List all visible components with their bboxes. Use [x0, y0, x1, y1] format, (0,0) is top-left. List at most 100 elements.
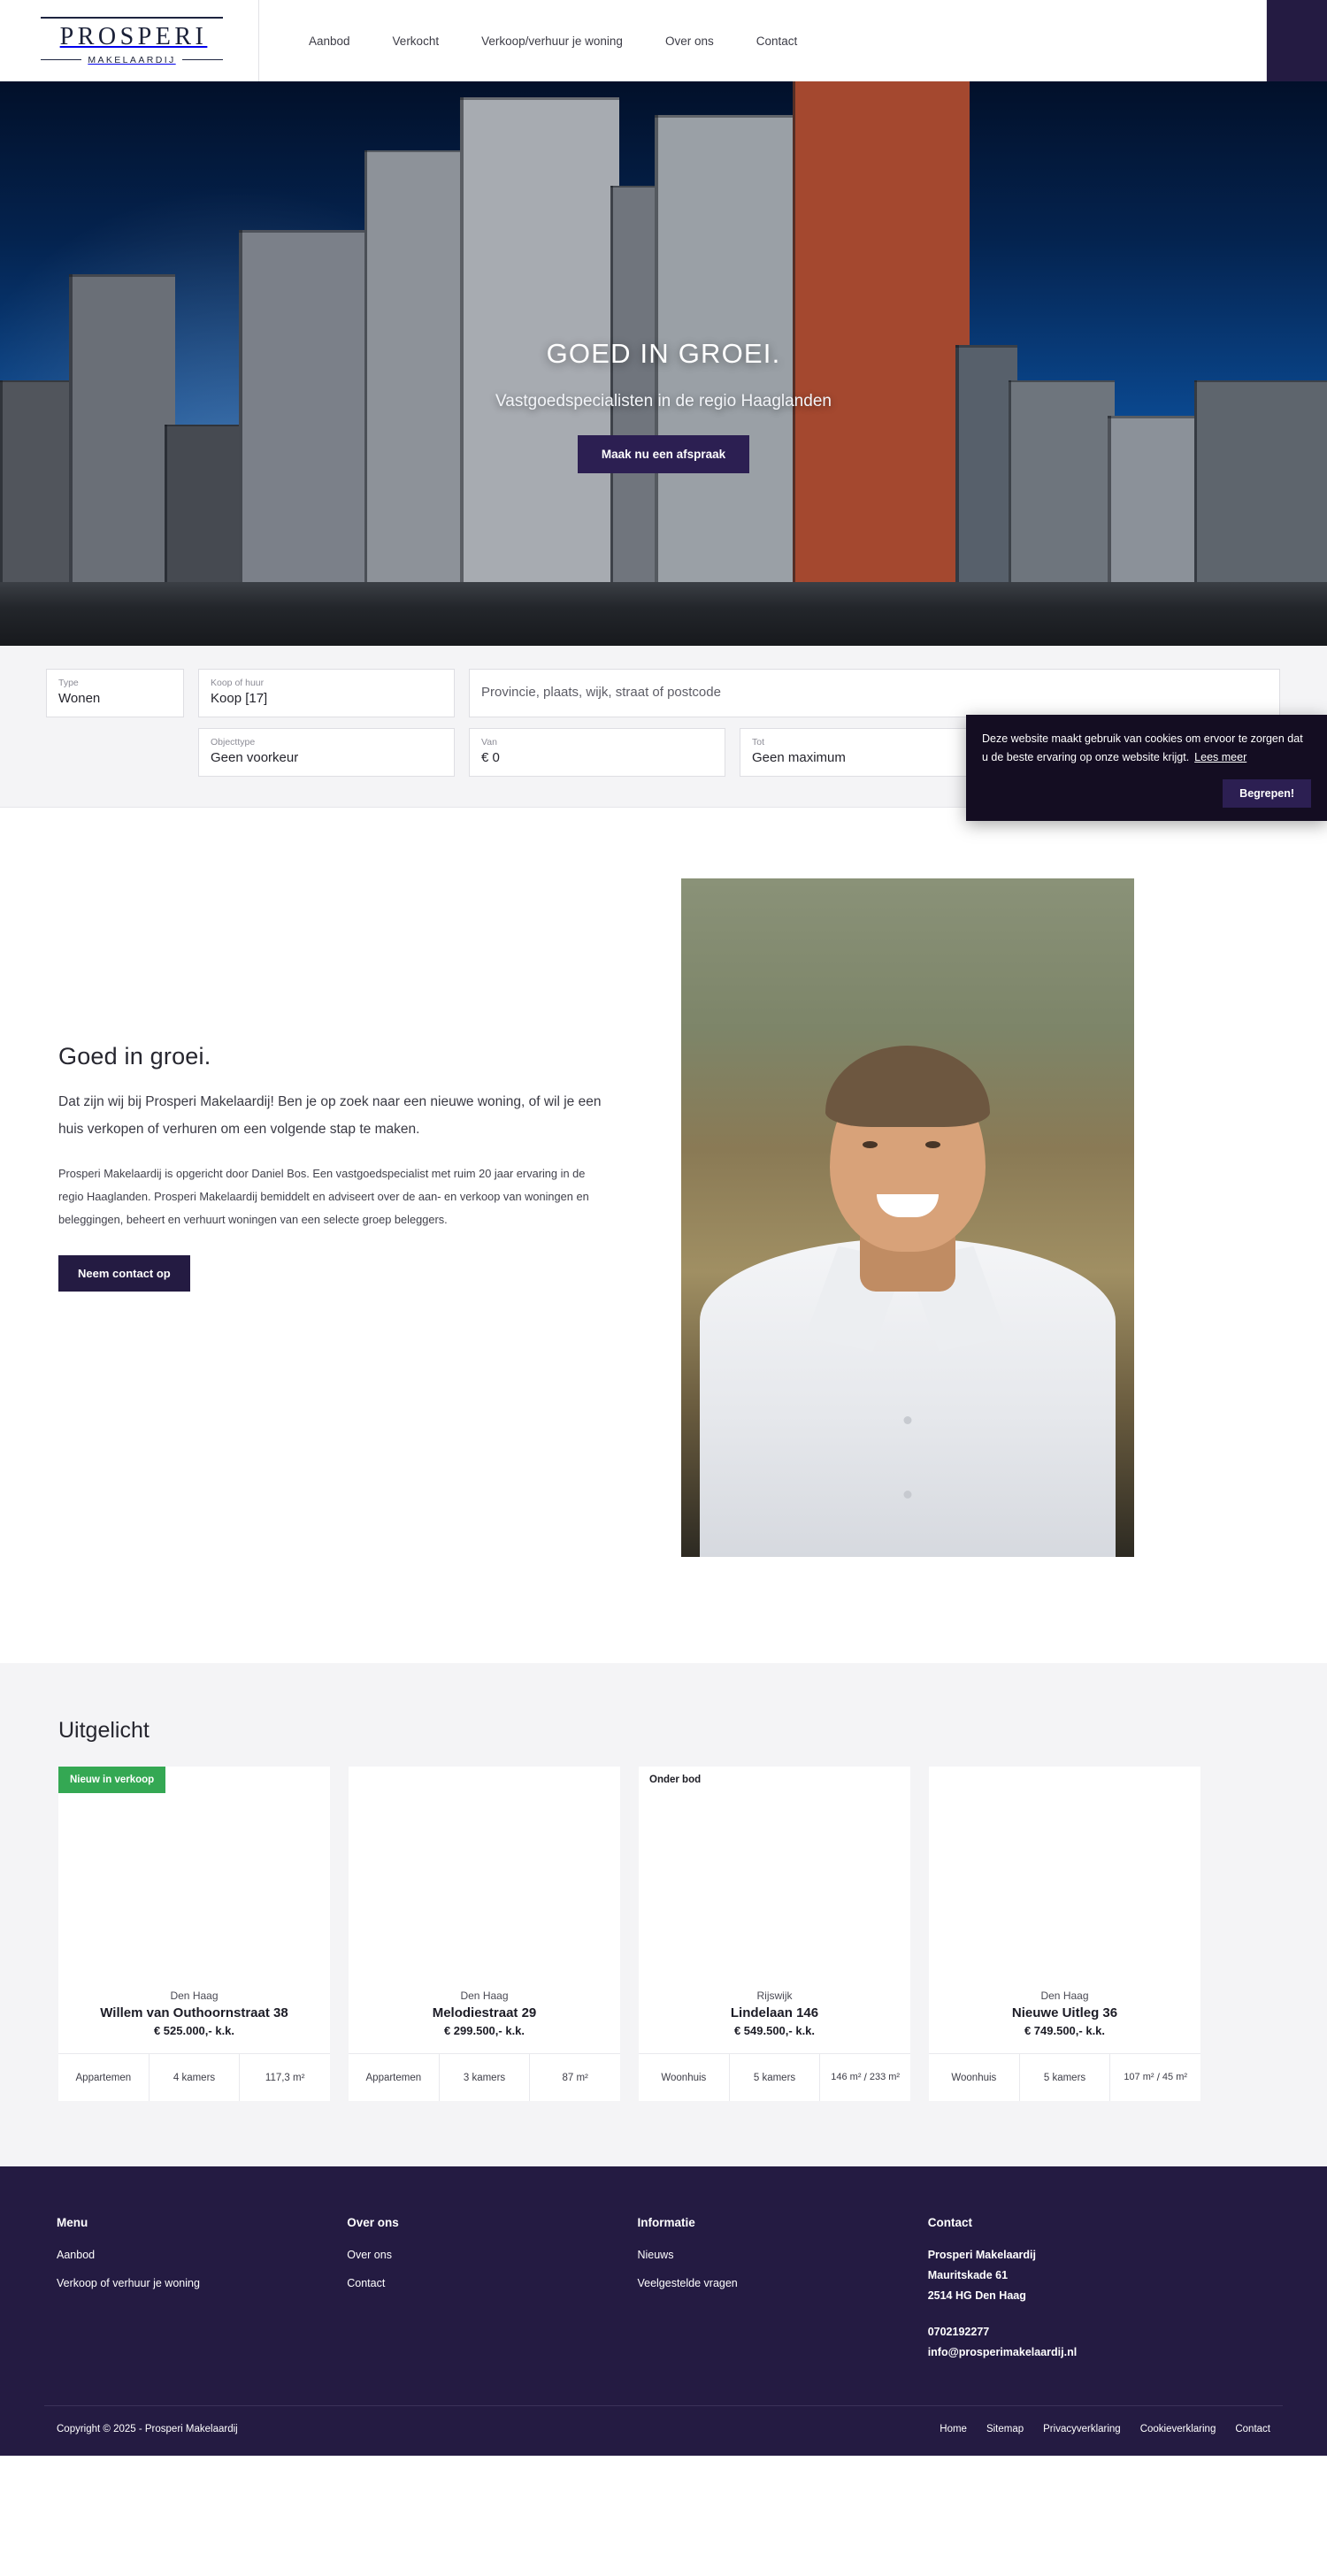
footer-bottom-links: Home Sitemap Privacyverklaring Cookiever… [940, 2424, 1270, 2434]
nav-item-verkocht[interactable]: Verkocht [372, 34, 461, 48]
property-area: 117,3 m² [239, 2054, 330, 2101]
footer-column-over-ons: Over ons Over ons Contact [347, 2216, 637, 2366]
property-card-footer: Appartemen 3 kamers 87 m² [349, 2053, 620, 2101]
property-card-footer: Appartemen 4 kamers 117,3 m² [58, 2053, 330, 2101]
property-card[interactable]: Den Haag Nieuwe Uitleg 36 € 749.500,- k.… [929, 1767, 1200, 2101]
cookie-accept-button[interactable]: Begrepen! [1223, 779, 1311, 809]
property-type: Woonhuis [951, 2072, 997, 2083]
search-row-top: Type Wonen Koop of huur Koop [17] Provin… [46, 669, 1281, 717]
property-living-area: 146 m² [831, 2072, 862, 2083]
footer-link-nieuws[interactable]: Nieuws [637, 2249, 927, 2261]
about-inner: Goed in groei. Dat zijn wij bij Prosperi… [44, 878, 1283, 1557]
featured-card-list: Nieuw in verkoop Den Haag Willem van Out… [46, 1767, 1281, 2101]
footer-contact-title: Contact [927, 2216, 972, 2229]
property-card[interactable]: Den Haag Melodiestraat 29 € 299.500,- k.… [349, 1767, 620, 2101]
nav-item-over-ons[interactable]: Over ons [644, 34, 735, 48]
property-street: Lindelaan 146 [730, 2005, 819, 2020]
search-field-objecttype[interactable]: Objecttype Geen voorkeur [198, 728, 455, 777]
search-field-location[interactable]: Provincie, plaats, wijk, straat of postc… [469, 669, 1280, 717]
footer-address-city: 2514 HG Den Haag [927, 2289, 1026, 2302]
property-plot-area: 233 m² [869, 2072, 901, 2083]
property-street: Nieuwe Uitleg 36 [1011, 2005, 1118, 2020]
portrait-shirt-button [903, 1491, 912, 1499]
property-card-footer: Woonhuis 5 kamers 146 m² / 233 m² [639, 2053, 910, 2101]
hero-banner: GOED IN GROEI. Vastgoedspecialisten in d… [0, 81, 1327, 646]
logo-subtitle: MAKELAARDIJ [88, 54, 176, 65]
footer-bottom-link-contact[interactable]: Contact [1235, 2424, 1270, 2434]
cookie-message: Deze website maakt gebruik van cookies o… [982, 732, 1303, 763]
property-city: Den Haag [170, 1990, 219, 2002]
logo-line-right [181, 59, 223, 60]
search-field-type[interactable]: Type Wonen [46, 669, 184, 717]
footer-phone[interactable]: 0702192277 [928, 2326, 1270, 2338]
footer-link-over-ons[interactable]: Over ons [347, 2249, 637, 2261]
footer-link-contact[interactable]: Contact [347, 2277, 637, 2289]
search-field-price-from[interactable]: Van € 0 [469, 728, 725, 777]
property-status-badge: Nieuw in verkoop [58, 1767, 166, 1793]
footer-informatie-title: Informatie [637, 2216, 695, 2229]
footer-bottom-bar: Copyright © 2025 - Prosperi Makelaardij … [44, 2405, 1283, 2456]
hero-appointment-button[interactable]: Maak nu een afspraak [577, 435, 750, 473]
property-city: Den Haag [1040, 1990, 1089, 2002]
about-portrait-photo [681, 878, 1134, 1557]
portrait-hair [825, 1046, 990, 1127]
header-corner-accent [1267, 0, 1327, 81]
logo-subtitle-row: MAKELAARDIJ [41, 55, 223, 65]
nav-item-aanbod[interactable]: Aanbod [300, 34, 372, 48]
search-field-tot-label: Tot [752, 736, 765, 748]
property-card-image: Onder bod [639, 1767, 910, 1986]
property-card[interactable]: Nieuw in verkoop Den Haag Willem van Out… [58, 1767, 330, 2101]
property-card[interactable]: Onder bod Rijswijk Lindelaan 146 € 549.5… [639, 1767, 910, 2101]
property-street: Melodiestraat 29 [432, 2005, 537, 2020]
search-field-objecttype-value: Geen voorkeur [211, 750, 299, 766]
property-card-body: Den Haag Nieuwe Uitleg 36 € 749.500,- k.… [929, 1986, 1200, 2053]
footer-columns: Menu Aanbod Verkoop of verhuur je woning… [44, 2216, 1283, 2366]
footer-email[interactable]: info@prosperimakelaardij.nl [928, 2346, 1270, 2358]
page-root: PROSPERI MAKELAARDIJ Aanbod Verkocht Ver… [0, 0, 1327, 2456]
hero-title: GOED IN GROEI. [546, 338, 781, 369]
portrait-eye-left [863, 1141, 878, 1148]
search-field-price-to[interactable]: Tot Geen maximum [740, 728, 996, 777]
area-separator: / [1156, 2070, 1160, 2083]
nav-item-contact[interactable]: Contact [735, 34, 819, 48]
search-field-van-label: Van [481, 736, 497, 748]
property-area: 87 m² [529, 2054, 620, 2101]
about-text-column: Goed in groei. Dat zijn wij bij Prosperi… [44, 878, 628, 1292]
property-rooms: 3 kamers [438, 2054, 530, 2101]
property-card-image: Nieuw in verkoop [58, 1767, 330, 1986]
footer-link-verkoop-verhuur[interactable]: Verkoop of verhuur je woning [57, 2277, 347, 2289]
hero-foreground [0, 582, 1327, 646]
property-card-body: Rijswijk Lindelaan 146 € 549.500,- k.k. [639, 1986, 910, 2053]
search-location-input[interactable]: Provincie, plaats, wijk, straat of postc… [481, 683, 1268, 702]
property-status-badge: Onder bod [639, 1767, 713, 1793]
search-field-koop-value: Koop [17] [211, 691, 268, 707]
search-spacer [46, 728, 184, 777]
footer-bottom-link-home[interactable]: Home [940, 2424, 967, 2434]
area-separator: / [863, 2070, 867, 2083]
property-card-body: Den Haag Willem van Outhoornstraat 38 € … [58, 1986, 330, 2053]
search-field-objecttype-label: Objecttype [211, 736, 256, 748]
footer-link-aanbod[interactable]: Aanbod [57, 2249, 347, 2261]
cookie-readmore-link[interactable]: Lees meer [1194, 751, 1246, 763]
footer-link-faq[interactable]: Veelgestelde vragen [637, 2277, 927, 2289]
footer-menu-title: Menu [57, 2216, 88, 2229]
about-contact-button[interactable]: Neem contact op [58, 1254, 190, 1292]
property-type: Woonhuis [661, 2072, 707, 2083]
property-area-split: 146 m² / 233 m² [819, 2054, 910, 2101]
footer-over-ons-title: Over ons [347, 2216, 399, 2229]
logo-rule-top [41, 16, 223, 19]
search-field-van-value: € 0 [481, 750, 500, 766]
site-logo[interactable]: PROSPERI MAKELAARDIJ [0, 0, 258, 81]
footer-bottom-link-sitemap[interactable]: Sitemap [986, 2424, 1024, 2434]
property-type: Appartemen [365, 2072, 422, 2083]
search-field-koop-of-huur[interactable]: Koop of huur Koop [17] [198, 669, 455, 717]
site-footer: Menu Aanbod Verkoop of verhuur je woning… [0, 2166, 1327, 2456]
nav-item-verkoop-verhuur[interactable]: Verkoop/verhuur je woning [460, 34, 644, 48]
property-card-body: Den Haag Melodiestraat 29 € 299.500,- k.… [349, 1986, 620, 2053]
footer-bottom-link-privacy[interactable]: Privacyverklaring [1043, 2424, 1121, 2434]
search-field-type-label: Type [58, 677, 79, 688]
about-title: Goed in groei. [58, 1043, 211, 1070]
cookie-actions: Begrepen! [982, 779, 1311, 809]
site-header: PROSPERI MAKELAARDIJ Aanbod Verkocht Ver… [0, 0, 1327, 81]
footer-bottom-link-cookies[interactable]: Cookieverklaring [1140, 2424, 1216, 2434]
